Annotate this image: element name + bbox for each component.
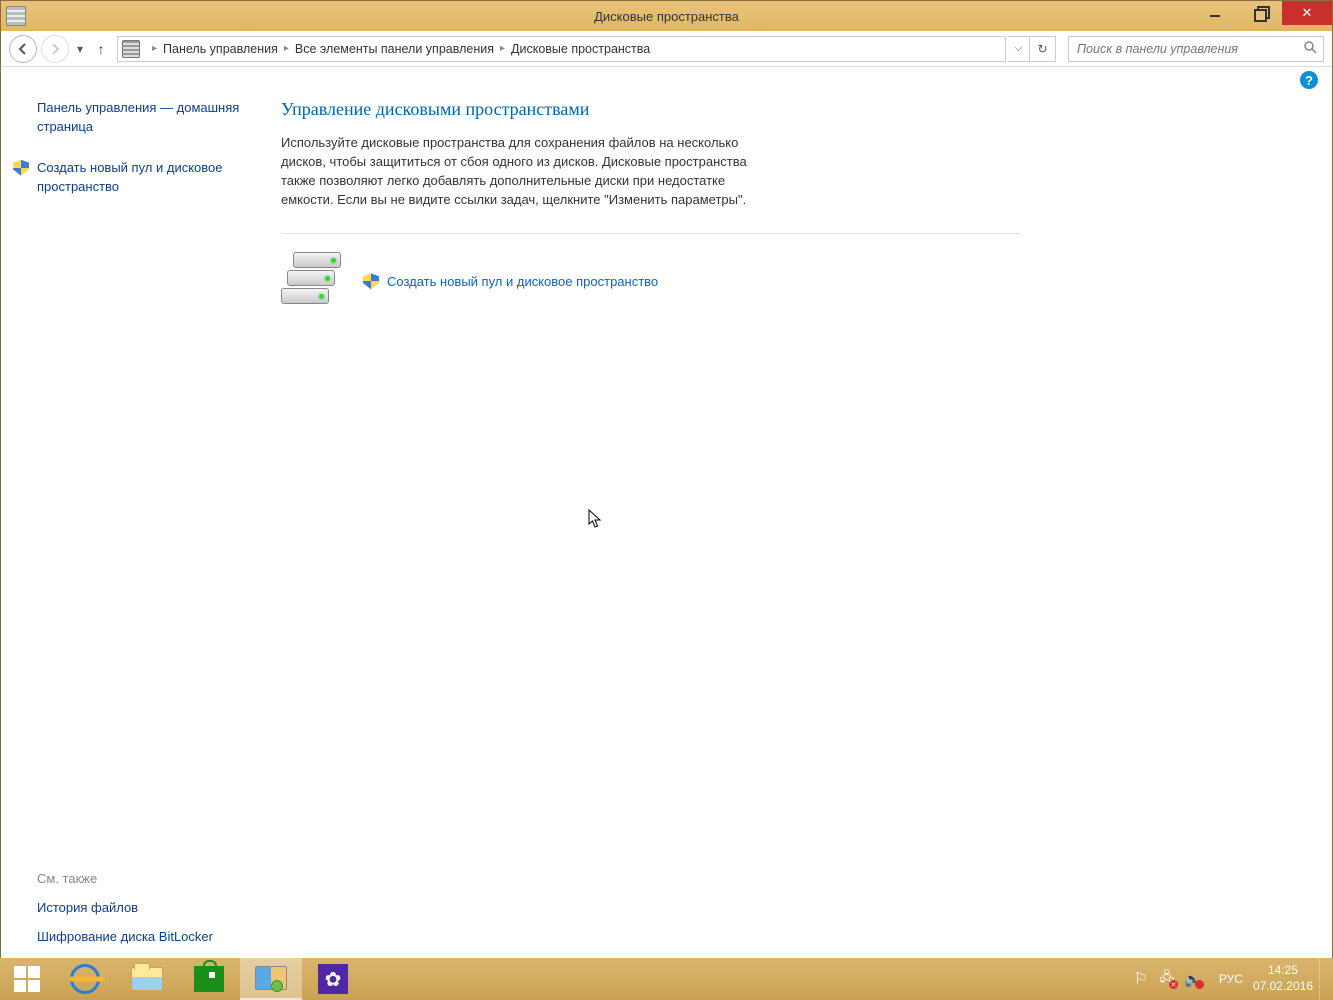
toolbar-row: ?: [1, 67, 1332, 93]
content-area: Панель управления — домашняя страница Со…: [1, 93, 1332, 974]
back-button[interactable]: [9, 35, 37, 63]
create-pool-row: Создать новый пул и дисковое пространств…: [281, 252, 1292, 310]
sidebar-link-create-pool[interactable]: Создать новый пул и дисковое пространств…: [17, 159, 261, 197]
taskbar: РУС 14:25 07.02.2016: [0, 958, 1333, 1000]
help-icon[interactable]: ?: [1300, 71, 1318, 89]
input-language-indicator[interactable]: РУС: [1219, 972, 1243, 986]
navigation-bar: ▾ ↑ ▸ Панель управления ▸ Все элементы п…: [1, 31, 1332, 67]
address-breadcrumb[interactable]: ▸ Панель управления ▸ Все элементы панел…: [117, 36, 1006, 62]
taskbar-item-file-explorer[interactable]: [116, 958, 178, 1000]
storage-spaces-icon: [122, 40, 140, 58]
forward-button[interactable]: [41, 35, 69, 63]
shield-icon: [363, 273, 379, 289]
breadcrumb-item-all-items[interactable]: Все элементы панели управления: [295, 42, 494, 56]
clock[interactable]: 14:25 07.02.2016: [1253, 963, 1313, 994]
titlebar: Дисковые пространства: [1, 1, 1332, 31]
network-icon[interactable]: [1157, 969, 1177, 989]
control-panel-icon: [255, 966, 287, 990]
sidebar-link-control-panel-home[interactable]: Панель управления — домашняя страница: [17, 99, 261, 137]
control-panel-window: Дисковые пространства ▾ ↑ ▸ Панель управ…: [0, 0, 1333, 975]
show-desktop-button[interactable]: [1319, 958, 1329, 1000]
maximize-button[interactable]: [1237, 1, 1282, 25]
address-history-button[interactable]: ⌵: [1008, 36, 1030, 62]
sidebar-link-bitlocker[interactable]: Шифрование диска BitLocker: [17, 929, 261, 944]
main-panel: Управление дисковыми пространствами Испо…: [261, 93, 1332, 974]
close-button[interactable]: [1282, 1, 1332, 25]
page-description: Используйте дисковые пространства для со…: [281, 134, 761, 209]
create-pool-link[interactable]: Создать новый пул и дисковое пространств…: [363, 273, 658, 289]
taskbar-item-settings[interactable]: [302, 958, 364, 1000]
breadcrumb-item-storage-spaces[interactable]: Дисковые пространства: [511, 42, 650, 56]
volume-icon[interactable]: [1183, 969, 1203, 989]
sidebar: Панель управления — домашняя страница Со…: [1, 93, 261, 974]
ie-icon: [67, 961, 104, 998]
refresh-button[interactable]: ↻: [1030, 36, 1056, 62]
minimize-button[interactable]: [1192, 1, 1237, 25]
breadcrumb-separator: ▸: [152, 43, 157, 54]
clock-time: 14:25: [1253, 963, 1313, 979]
create-pool-link-label: Создать новый пул и дисковое пространств…: [387, 274, 658, 289]
search-input[interactable]: [1077, 42, 1297, 56]
breadcrumb-separator: ▸: [500, 43, 505, 54]
taskbar-item-store[interactable]: [178, 958, 240, 1000]
see-also-heading: См. также: [17, 871, 261, 886]
page-title: Управление дисковыми пространствами: [281, 99, 1292, 120]
window-title: Дисковые пространства: [1, 9, 1332, 24]
drive-stack-icon: [281, 252, 345, 310]
breadcrumb-separator: ▸: [284, 43, 289, 54]
gear-icon: [318, 964, 348, 994]
clock-date: 07.02.2016: [1253, 979, 1313, 995]
folder-icon: [131, 967, 163, 991]
taskbar-item-internet-explorer[interactable]: [54, 958, 116, 1000]
search-icon[interactable]: [1303, 40, 1317, 57]
recent-locations-button[interactable]: ▾: [73, 37, 87, 61]
sidebar-link-file-history[interactable]: История файлов: [17, 900, 261, 915]
start-button[interactable]: [0, 958, 54, 1000]
divider: [281, 233, 1021, 234]
breadcrumb-item-control-panel[interactable]: Панель управления: [163, 42, 278, 56]
system-tray: РУС 14:25 07.02.2016: [1131, 958, 1333, 1000]
search-box[interactable]: [1068, 36, 1324, 62]
taskbar-item-control-panel[interactable]: [240, 958, 302, 1000]
up-button[interactable]: ↑: [91, 37, 111, 61]
store-icon: [194, 966, 224, 992]
action-center-icon[interactable]: [1131, 969, 1151, 989]
windows-logo-icon: [14, 966, 40, 992]
